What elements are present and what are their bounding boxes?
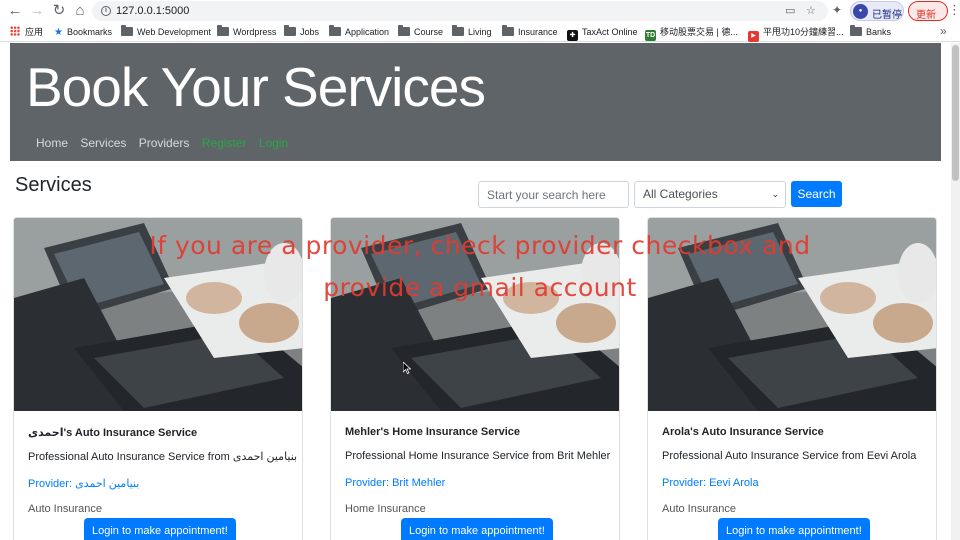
address-bar[interactable]: i 127.0.0.1:5000 ▭ ☆: [92, 1, 828, 21]
update-button[interactable]: 更新: [908, 1, 948, 21]
jumbotron-header: Book Your Services Home Services Provide…: [10, 43, 941, 161]
service-card: احمدی's Auto Insurance Service Professio…: [13, 217, 303, 540]
youtube-icon: ▶: [748, 31, 759, 42]
profile-status-label: 已暂停: [872, 10, 902, 21]
page-title: Book Your Services: [26, 56, 486, 118]
folder-icon: [121, 25, 133, 36]
card-description: Professional Auto Insurance Service from…: [662, 450, 917, 462]
bookmark-item[interactable]: Course: [398, 25, 443, 39]
browser-menu-icon[interactable]: ⋮: [948, 2, 960, 18]
bookmark-item[interactable]: Wordpress: [217, 25, 276, 39]
nav-providers-link[interactable]: Providers: [139, 136, 190, 150]
home-icon[interactable]: ⌂: [71, 2, 89, 20]
card-title: Arola's Auto Insurance Service: [662, 426, 824, 438]
cast-icon[interactable]: ▭: [785, 4, 795, 17]
card-provider-link[interactable]: Provider: بنیامین احمدی: [28, 477, 139, 490]
folder-icon: [217, 25, 229, 36]
category-select[interactable]: All Categories ⌄: [634, 181, 786, 208]
nav-register-link[interactable]: Register: [202, 136, 247, 150]
card-description: Professional Auto Insurance Service from…: [28, 451, 298, 463]
bookmark-star-icon[interactable]: ☆: [806, 4, 816, 17]
search-input[interactable]: [478, 181, 629, 208]
card-title: Mehler's Home Insurance Service: [345, 426, 521, 438]
bookmarks-bar: 应用 ★ Bookmarks Web Development Wordpress …: [0, 22, 960, 42]
card-title: احمدی's Auto Insurance Service: [28, 427, 198, 439]
mouse-pointer-icon: [403, 362, 411, 374]
star-icon: ★: [54, 27, 63, 38]
card-description: Professional Home Insurance Service from…: [345, 450, 611, 462]
service-card: Arola's Auto Insurance Service Professio…: [647, 217, 937, 540]
folder-icon: [284, 25, 296, 36]
extensions-icon[interactable]: ✦: [832, 3, 842, 17]
card-category: Auto Insurance: [28, 503, 102, 515]
bookmark-item[interactable]: TD 移动股票交易 | 德...: [645, 25, 738, 41]
taxact-icon: ✚: [567, 30, 578, 41]
more-bookmarks-icon[interactable]: »: [940, 24, 947, 38]
td-icon: TD: [645, 30, 656, 41]
instruction-caption-line-2: provide a gmail account: [323, 273, 637, 302]
search-button[interactable]: Search: [791, 181, 842, 207]
bookmark-item[interactable]: Banks: [850, 25, 891, 39]
folder-icon: [398, 25, 410, 36]
card-provider-link[interactable]: Provider: Eevi Arola: [662, 477, 759, 489]
card-category: Home Insurance: [345, 503, 426, 515]
bookmark-item[interactable]: ✚ TaxAct Online: [567, 25, 638, 41]
bookmark-item[interactable]: Insurance: [502, 25, 558, 39]
login-appointment-button[interactable]: Login to make appointment!: [401, 518, 553, 540]
bookmark-item[interactable]: Web Development: [121, 25, 211, 39]
main-nav: Home Services Providers Register Login: [36, 136, 297, 150]
folder-icon: [502, 25, 514, 36]
folder-icon: [329, 25, 341, 36]
site-info-icon[interactable]: i: [101, 6, 111, 16]
back-arrow-icon[interactable]: ←: [6, 2, 24, 20]
bookmark-item[interactable]: ★ Bookmarks: [54, 25, 112, 39]
login-appointment-button[interactable]: Login to make appointment!: [718, 518, 870, 540]
chevron-down-icon: ⌄: [771, 189, 779, 199]
card-category: Auto Insurance: [662, 503, 736, 515]
bookmark-item[interactable]: Application: [329, 25, 389, 39]
reload-icon[interactable]: ↻: [50, 2, 68, 20]
folder-icon: [850, 25, 862, 36]
nav-services-link[interactable]: Services: [80, 136, 126, 150]
login-appointment-button[interactable]: Login to make appointment!: [84, 518, 236, 540]
update-label: 更新: [916, 10, 936, 21]
bookmark-item[interactable]: Living: [452, 25, 492, 39]
card-provider-link[interactable]: Provider: Brit Mehler: [345, 477, 445, 489]
services-heading: Services: [15, 174, 92, 196]
folder-icon: [452, 25, 464, 36]
forward-arrow-icon[interactable]: →: [28, 2, 46, 20]
profile-button[interactable]: ● 已暂停: [850, 1, 904, 21]
service-card: Mehler's Home Insurance Service Professi…: [330, 217, 620, 540]
bookmark-item[interactable]: Jobs: [284, 25, 319, 39]
avatar: ●: [853, 4, 868, 19]
category-selected-value: All Categories: [643, 187, 718, 201]
nav-login-link[interactable]: Login: [259, 136, 288, 150]
bookmark-item[interactable]: 应用: [10, 25, 43, 39]
nav-home-link[interactable]: Home: [36, 136, 68, 150]
instruction-caption-line-1: If you are a provider, check provider ch…: [149, 231, 811, 260]
bookmark-item[interactable]: ▶ 平甩功10分鐘練習...: [748, 25, 844, 42]
apps-grid-icon: [10, 26, 20, 36]
scrollbar-thumb[interactable]: [952, 45, 959, 181]
address-url[interactable]: 127.0.0.1:5000: [116, 5, 189, 17]
browser-toolbar: ← → ↻ ⌂ i 127.0.0.1:5000 ▭ ☆ ✦ ● 已暂停 更新 …: [0, 0, 960, 22]
